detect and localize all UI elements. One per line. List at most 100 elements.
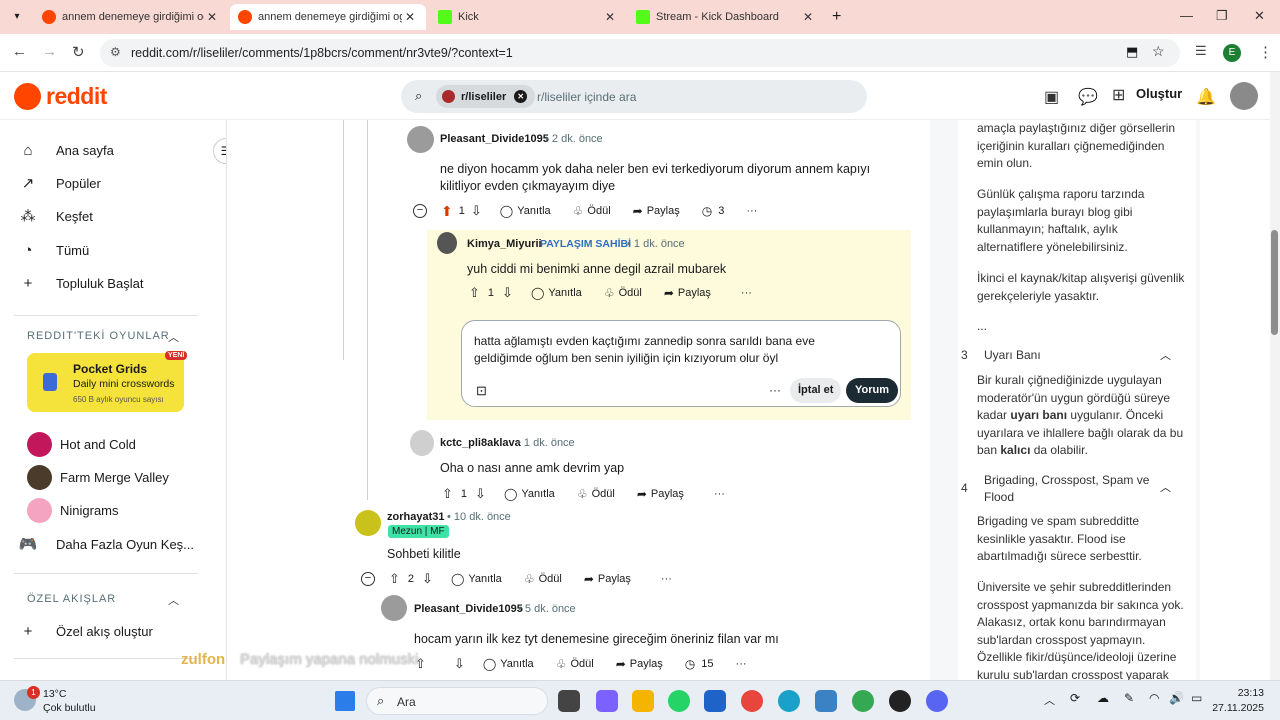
sidebar-item-popular[interactable]: ↗ Popüler bbox=[0, 167, 210, 199]
avatar[interactable] bbox=[407, 126, 434, 153]
close-icon[interactable]: ✕ bbox=[800, 10, 816, 24]
more-options-icon[interactable]: ··· bbox=[736, 658, 747, 670]
task-view-icon[interactable] bbox=[558, 690, 580, 712]
award-icon[interactable]: ♧ bbox=[573, 204, 584, 218]
games-section-header[interactable]: REDDIT'TEKİ OYUNLAR bbox=[27, 330, 170, 342]
site-info-icon[interactable]: ⚙ bbox=[110, 45, 121, 59]
cancel-button[interactable]: İptal et bbox=[790, 378, 842, 403]
downvote-icon[interactable]: ⇩ bbox=[454, 656, 465, 672]
award-button[interactable]: Ödül bbox=[539, 573, 562, 585]
ads-icon[interactable]: ▣ bbox=[1044, 87, 1059, 107]
sidebar-item-explore[interactable]: ⁂ Keşfet bbox=[0, 200, 210, 232]
reply-button[interactable]: Yanıtla bbox=[500, 658, 533, 670]
collapse-icon[interactable]: − bbox=[361, 572, 375, 586]
network-tool-icon[interactable] bbox=[815, 690, 837, 712]
url-field[interactable]: ⚙ reddit.com/r/liseliler/comments/1p8bcr… bbox=[100, 39, 1180, 67]
tab-reddit-1[interactable]: annem denemeye girdiğimi og ✕ bbox=[34, 4, 228, 30]
share-button[interactable]: Paylaş bbox=[651, 488, 684, 500]
wifi-icon[interactable]: ◠ bbox=[1149, 691, 1159, 705]
replies-icon[interactable]: ◷ bbox=[685, 657, 695, 671]
reply-button[interactable]: Yanıtla bbox=[548, 287, 581, 299]
image-upload-icon[interactable]: ⊡ bbox=[476, 383, 487, 399]
profile-avatar[interactable]: E bbox=[1223, 44, 1241, 62]
chevron-up-icon[interactable]: ︿ bbox=[168, 329, 179, 345]
replies-count[interactable]: 15 bbox=[701, 658, 713, 670]
reply-text[interactable]: hatta ağlamıştı evden kaçtığımı zannedip… bbox=[474, 333, 874, 367]
avatar[interactable] bbox=[381, 595, 407, 621]
upvote-icon[interactable]: ⇧ bbox=[389, 571, 400, 587]
downvote-icon[interactable]: ⇩ bbox=[471, 203, 482, 219]
create-plus-icon[interactable]: ⊞ bbox=[1112, 85, 1125, 105]
comment-author[interactable]: kctc_pli8aklava bbox=[440, 437, 521, 449]
downvote-icon[interactable]: ⇩ bbox=[475, 486, 486, 502]
sidebar-item-all[interactable]: ◔ Tümü bbox=[0, 234, 210, 266]
file-explorer-icon[interactable] bbox=[632, 690, 654, 712]
close-icon[interactable]: ✕ bbox=[602, 10, 618, 24]
award-icon[interactable]: ♧ bbox=[577, 487, 588, 501]
copilot-icon[interactable] bbox=[596, 690, 618, 712]
edge-icon[interactable] bbox=[778, 690, 800, 712]
menu-icon[interactable]: ⋮ bbox=[1258, 43, 1273, 61]
share-icon[interactable]: ➦ bbox=[664, 286, 674, 300]
user-avatar[interactable] bbox=[1230, 82, 1258, 110]
award-icon[interactable]: ♧ bbox=[556, 657, 567, 671]
close-icon[interactable]: ✕ bbox=[402, 10, 418, 24]
sidebar-item-home[interactable]: ⌂ Ana sayfa bbox=[0, 134, 210, 166]
share-icon[interactable]: ➦ bbox=[584, 572, 594, 586]
media-control-icon[interactable]: ☰ bbox=[1195, 43, 1207, 59]
tab-reddit-2[interactable]: annem denemeye girdiğimi og ✕ bbox=[230, 4, 426, 30]
minimize-icon[interactable]: — bbox=[1180, 8, 1193, 23]
back-icon[interactable]: ← bbox=[12, 43, 27, 60]
collapse-icon[interactable]: − bbox=[413, 204, 427, 218]
store-icon[interactable] bbox=[704, 690, 726, 712]
more-options-icon[interactable]: ··· bbox=[746, 205, 757, 217]
award-button[interactable]: Ödül bbox=[619, 287, 642, 299]
avatar[interactable] bbox=[410, 430, 434, 456]
share-icon[interactable]: ➦ bbox=[637, 487, 647, 501]
award-button[interactable]: Ödül bbox=[570, 658, 593, 670]
bookmark-star-icon[interactable]: ☆ bbox=[1152, 43, 1165, 60]
custom-feeds-header[interactable]: ÖZEL AKIŞLAR bbox=[27, 593, 116, 605]
taskbar-search[interactable]: ⌕ Ara bbox=[366, 687, 548, 715]
discord-icon[interactable] bbox=[926, 690, 948, 712]
reply-button[interactable]: Yanıtla bbox=[521, 488, 554, 500]
rule-title[interactable]: Uyarı Banı bbox=[984, 348, 1041, 362]
chat-icon[interactable]: 💬 bbox=[1078, 87, 1098, 107]
upvote-icon[interactable]: ⬆ bbox=[441, 203, 453, 220]
reply-icon[interactable]: ◯ bbox=[504, 487, 517, 501]
share-button[interactable]: Paylaş bbox=[647, 205, 680, 217]
comment-author[interactable]: Pleasant_Divide1095 bbox=[440, 133, 549, 145]
comment-author[interactable]: Kimya_Miyurii bbox=[467, 238, 542, 250]
more-options-icon[interactable]: ··· bbox=[661, 573, 672, 585]
downvote-icon[interactable]: ⇩ bbox=[502, 285, 513, 301]
clear-chip-icon[interactable]: ✕ bbox=[514, 90, 528, 103]
comment-author[interactable]: Pleasant_Divide1095 bbox=[414, 603, 523, 615]
whatsapp-icon[interactable] bbox=[668, 690, 690, 712]
sidebar-game-farm-merge-valley[interactable]: Farm Merge Valley bbox=[0, 461, 210, 493]
pen-icon[interactable]: ✎ bbox=[1124, 691, 1134, 705]
award-button[interactable]: Ödül bbox=[592, 488, 615, 500]
comment-author[interactable]: zorhayat31 bbox=[387, 511, 444, 523]
start-icon[interactable] bbox=[335, 691, 355, 711]
submit-comment-button[interactable]: Yorum bbox=[846, 378, 899, 403]
chevron-up-icon[interactable]: ︿ bbox=[1160, 479, 1171, 495]
reload-icon[interactable]: ↻ bbox=[72, 43, 85, 61]
sidebar-item-start-community[interactable]: + Topluluk Başlat bbox=[0, 267, 210, 299]
reddit-wordmark[interactable]: reddit bbox=[46, 83, 107, 110]
notifications-icon[interactable]: 🔔 bbox=[1196, 87, 1216, 107]
tray-app-icon[interactable]: ⟳ bbox=[1070, 691, 1080, 705]
rule-title[interactable]: Brigading, Crosspost, Spam ve Flood bbox=[984, 472, 1154, 506]
page-scrollbar[interactable] bbox=[1270, 72, 1280, 680]
maximize-icon[interactable]: ❐ bbox=[1216, 8, 1228, 24]
new-tab-icon[interactable]: + bbox=[832, 8, 841, 26]
share-button[interactable]: Paylaş bbox=[630, 658, 663, 670]
share-button[interactable]: Paylaş bbox=[678, 287, 711, 299]
replies-count[interactable]: 3 bbox=[718, 205, 724, 217]
forward-icon[interactable]: → bbox=[42, 43, 57, 60]
reddit-logo-icon[interactable] bbox=[14, 83, 41, 110]
clock-time[interactable]: 23:13 bbox=[1212, 687, 1264, 699]
more-options-icon[interactable]: ··· bbox=[741, 287, 752, 299]
search-bar[interactable]: ⌕ r/liseliler ✕ r/liseliler içinde ara bbox=[401, 80, 867, 113]
scrollbar-thumb[interactable] bbox=[1271, 230, 1278, 335]
chrome-icon[interactable] bbox=[741, 690, 763, 712]
